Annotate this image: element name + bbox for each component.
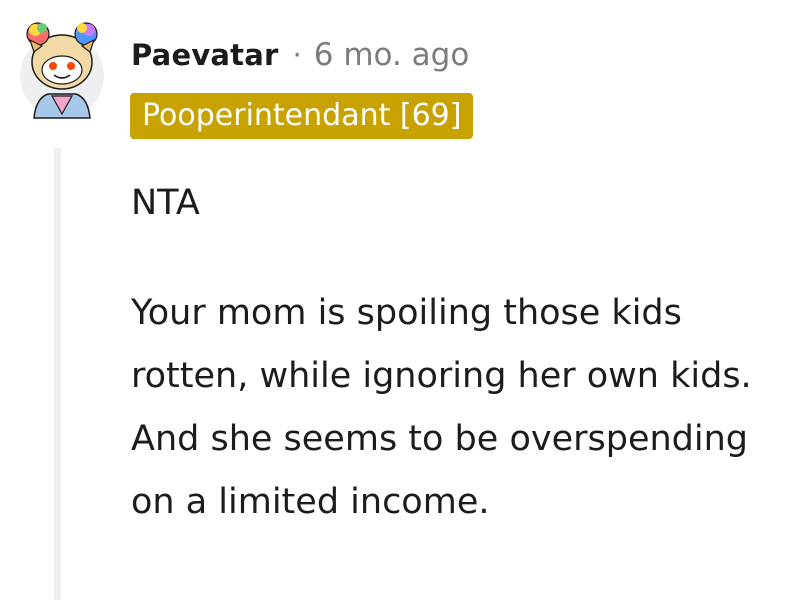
comment-timestamp[interactable]: 6 mo. ago (314, 37, 470, 73)
meta-separator: · (292, 38, 302, 72)
comment-body: NTA Your mom is spoiling those kids rott… (131, 172, 771, 534)
thread-collapse-line[interactable] (54, 148, 61, 600)
snoo-avatar-icon (20, 22, 104, 119)
comment: Paevatar · 6 mo. ago Pooperintendant [69… (0, 0, 786, 600)
comment-meta: Paevatar · 6 mo. ago (131, 33, 469, 77)
user-avatar[interactable] (18, 14, 106, 122)
author-name[interactable]: Paevatar (131, 38, 279, 72)
user-flair: Pooperintendant [69] (130, 93, 474, 139)
comment-paragraph: NTA (131, 183, 200, 223)
comment-paragraph: Your mom is spoiling those kids rotten, … (131, 293, 752, 522)
